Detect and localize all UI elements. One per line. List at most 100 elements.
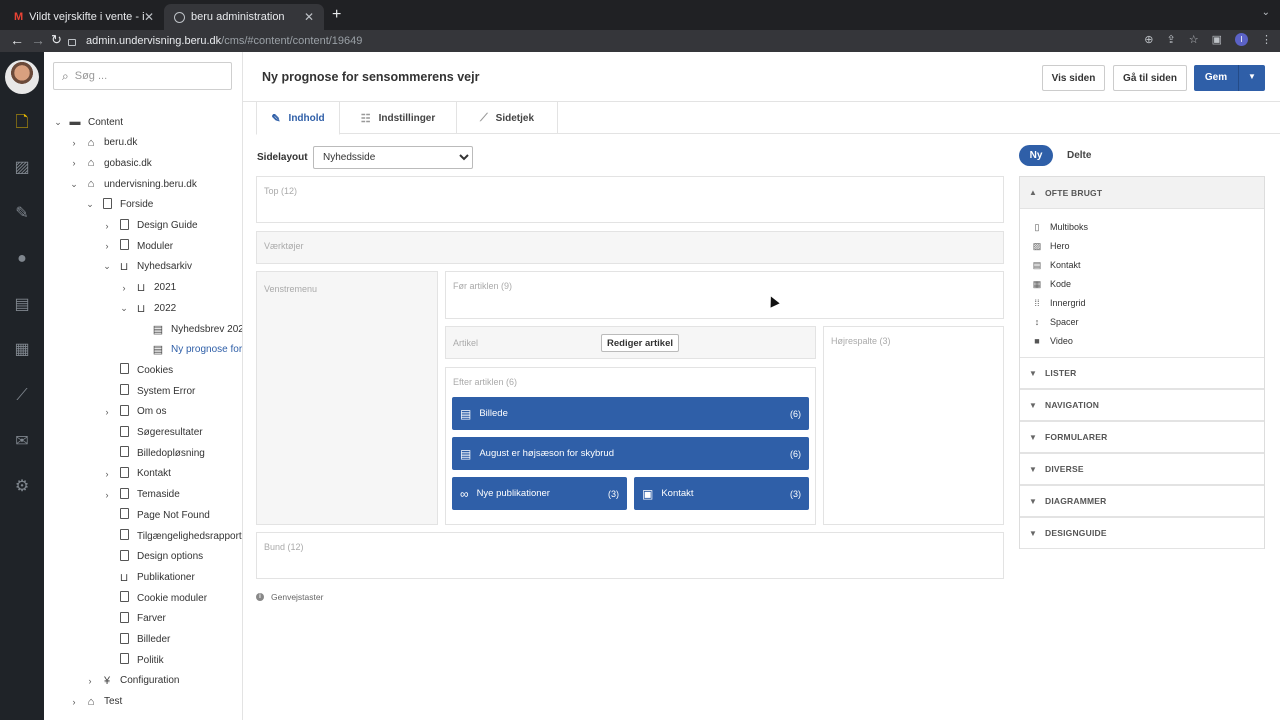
tab-indstillinger[interactable]: ☷ Indstillinger [340,102,457,134]
forward-icon[interactable]: → [31,32,45,48]
close-icon[interactable]: ✕ [304,10,314,24]
chevron-down-icon[interactable]: ⌄ [118,303,130,314]
tree-item[interactable]: Cookie moduler [101,588,207,608]
tree-item[interactable]: Page Not Found [101,505,210,525]
module-item[interactable]: ▯ Multiboks [1032,218,1089,236]
zone-right-column[interactable]: Højrespalte (3) [823,326,1004,525]
table-icon[interactable]: ▦ [12,340,32,360]
search-box[interactable]: ⌕ [53,62,232,90]
save-button[interactable]: Gem [1194,65,1238,91]
chevron-right-icon[interactable]: › [101,407,113,417]
tree-item[interactable]: Billedopløsning [101,443,205,463]
layout-select[interactable]: Nyhedsside [313,146,473,169]
chevron-down-icon[interactable]: ⌄ [84,199,96,210]
chart-icon[interactable]: ⟋ [12,386,32,406]
view-page-button[interactable]: Vis siden [1042,65,1105,91]
tree-item[interactable]: ⌄ ▬ Content [52,112,123,132]
chevron-down-icon[interactable]: ⌄ [52,117,64,128]
chevron-right-icon[interactable]: › [68,158,80,168]
tree-item[interactable]: › Om os [101,402,166,422]
module-block[interactable]: ∞ Nye publikationer (3) [452,477,627,510]
module-item[interactable]: ▦ Kode [1032,275,1071,293]
section-lister[interactable]: ▼ LISTER [1020,357,1264,389]
section-navigation[interactable]: ▼ NAVIGATION [1020,389,1264,421]
tree-item[interactable]: ⊔ Publikationer [101,567,195,587]
chevron-right-icon[interactable]: › [101,469,113,479]
chevron-right-icon[interactable]: › [68,697,80,707]
chevron-down-icon[interactable]: ⌄ [101,261,113,272]
contact-card-icon[interactable]: ▤ [12,295,32,315]
url-field[interactable]: admin.undervisning.beru.dk/cms/#content/… [68,31,1188,51]
caret-down-icon[interactable]: ▼ [1238,65,1265,91]
tree-item[interactable]: Søgeresultater [101,423,203,443]
section-ofte-brugt[interactable]: ▲ OFTE BRUGT [1020,177,1264,209]
zone-tools[interactable]: Værktøjer [256,231,1004,264]
section-designguide[interactable]: ▼ DESIGNGUIDE [1020,517,1264,549]
tree-item[interactable]: › ⌂ Test [68,692,123,712]
browser-tab-gmail[interactable]: M Vildt vejrskifte i vente - ida@be ✕ [4,4,164,30]
module-block[interactable]: ▣ Kontakt (3) [634,477,809,510]
tree-item[interactable]: ⌄ ⌂ undervisning.beru.dk [68,174,197,194]
tree-item[interactable]: › Temaside [101,485,180,505]
tree-item[interactable]: › ⌂ beru.dk [68,133,138,153]
back-icon[interactable]: ← [10,32,24,48]
tree-item[interactable]: › ⌂ gobasic.dk [68,153,152,173]
module-block[interactable]: ▤ August er højsæson for skybrud (6) [452,437,809,470]
tab-new-modules[interactable]: Ny [1019,145,1053,166]
menu-icon[interactable]: ⋮ [1261,33,1272,46]
edit-article-button[interactable]: Rediger artikel [601,334,679,352]
section-diverse[interactable]: ▼ DIVERSE [1020,453,1264,485]
chevron-right-icon[interactable]: › [101,490,113,500]
tree-item[interactable]: Tilgængelighedsrapport [101,526,242,546]
chevron-down-icon[interactable]: ⌄ [1262,7,1270,18]
tab-indhold[interactable]: ✎ Indhold [256,102,340,135]
module-block[interactable]: ▤ Billede (6) [452,397,809,430]
tree-item[interactable]: ▤ Ny prognose for [135,340,242,360]
tree-item[interactable]: › ¥ Configuration [84,671,180,691]
tree-item[interactable]: ⌄ ⊔ 2022 [118,298,176,318]
zone-bottom[interactable]: Bund (12) [256,532,1004,579]
media-image-icon[interactable]: ▨ [12,158,32,178]
browser-tab-beru[interactable]: beru administration ✕ [164,4,324,30]
tab-shared-modules[interactable]: Delte [1067,150,1091,161]
tree-item[interactable]: ⌄ Forside [84,195,153,215]
tree-item[interactable]: › Moduler [101,236,173,256]
chevron-down-icon[interactable]: ⌄ [68,179,80,190]
wrench-icon[interactable]: ✎ [12,204,32,224]
mail-icon[interactable]: ✉ [12,432,32,452]
tree-item[interactable]: Design options [101,547,203,567]
sidepanel-icon[interactable]: ▣ [1212,33,1222,46]
tab-sidetjek[interactable]: ⟋ Sidetjek [457,102,558,134]
new-tab-icon[interactable]: + [332,6,341,24]
tree-item[interactable]: ▤ Nyhedsbrev 202 [135,319,242,339]
tree-item[interactable]: Politik [101,650,164,670]
tree-item[interactable]: Farver [101,609,166,629]
user-icon[interactable]: ● [12,249,32,269]
tree-item[interactable]: ⌄ ⊔ Nyhedsarkiv [101,257,192,277]
chevron-right-icon[interactable]: › [84,676,96,686]
content-page-icon[interactable]: 🗋 [12,113,32,133]
avatar[interactable] [5,60,39,94]
section-formularer[interactable]: ▼ FORMULARER [1020,421,1264,453]
chevron-right-icon[interactable]: › [68,138,80,148]
search-input[interactable] [74,70,215,82]
module-item[interactable]: ▨ Hero [1032,237,1070,255]
tree-item[interactable]: › Design Guide [101,216,198,236]
profile-avatar[interactable]: I [1235,33,1248,46]
zone-top[interactable]: Top (12) [256,176,1004,223]
module-item[interactable]: ▤ Kontakt [1032,256,1081,274]
reload-icon[interactable]: ↻ [51,32,62,48]
star-icon[interactable]: ☆ [1189,33,1199,46]
shortcuts-hint[interactable]: i Genvejstaster [256,592,323,602]
chevron-right-icon[interactable]: › [101,241,113,251]
close-icon[interactable]: ✕ [144,10,154,24]
zone-left-menu[interactable]: Venstremenu [256,271,438,525]
goto-page-button[interactable]: Gå til siden [1113,65,1187,91]
chevron-right-icon[interactable]: › [118,283,130,293]
user-settings-icon[interactable]: ⚙ [12,477,32,497]
zone-before-article[interactable]: Før artiklen (9) [445,271,1004,319]
share-icon[interactable]: ⇪ [1167,33,1176,46]
tree-item[interactable]: System Error [101,381,195,401]
zoom-icon[interactable]: ⊕ [1144,33,1153,46]
module-item[interactable]: ↕ Spacer [1032,313,1079,331]
